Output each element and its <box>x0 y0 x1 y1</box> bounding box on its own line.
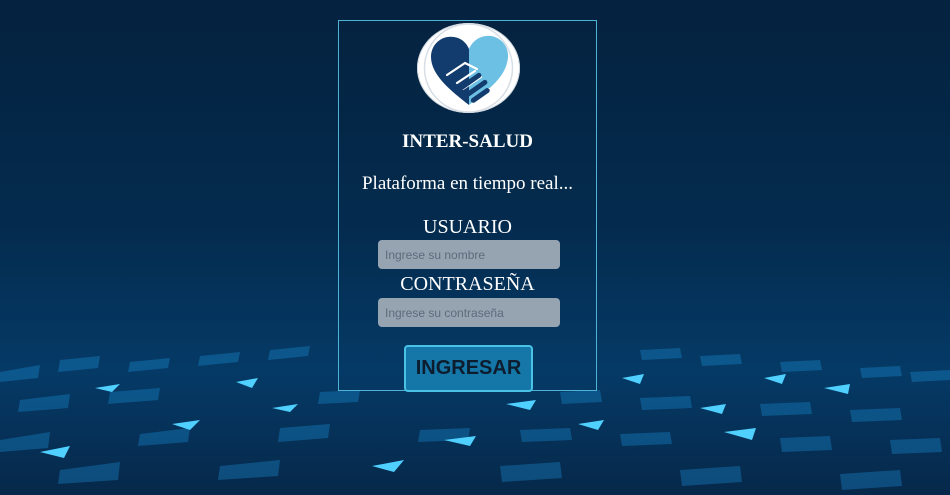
password-input[interactable] <box>378 298 560 327</box>
app-title: INTER-SALUD <box>402 131 533 152</box>
password-label: CONTRASEÑA <box>400 273 535 295</box>
username-label: USUARIO <box>423 216 512 238</box>
handshake-heart-icon <box>423 23 514 113</box>
app-tagline: Plataforma en tiempo real... <box>361 173 574 194</box>
username-input[interactable] <box>378 240 560 269</box>
logo <box>417 23 520 113</box>
login-card: INTER-SALUD Plataforma en tiempo real...… <box>338 20 597 392</box>
login-button[interactable]: INGRESAR <box>404 345 533 392</box>
